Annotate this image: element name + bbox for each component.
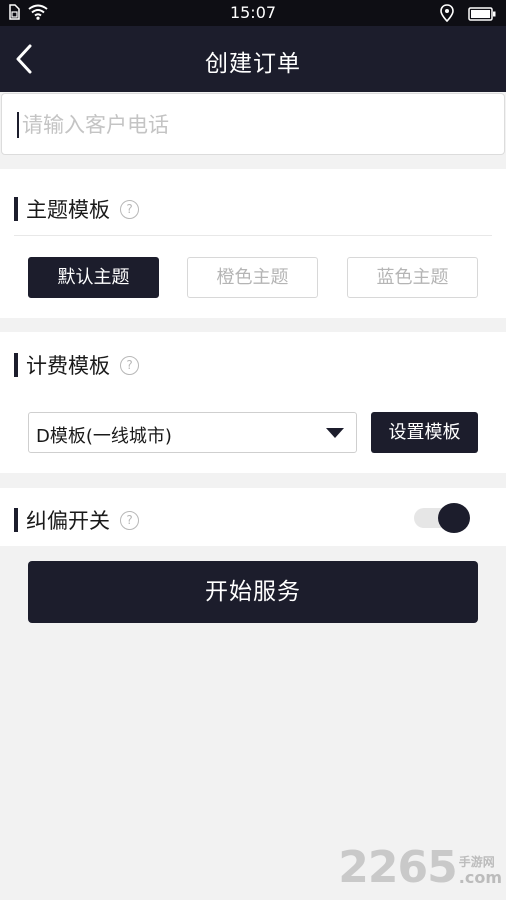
watermark-logo: 2265 手游网 .com xyxy=(338,846,502,890)
section-accent-bar xyxy=(14,197,18,221)
page-title: 创建订单 xyxy=(205,51,301,77)
watermark-com: .com xyxy=(458,868,502,887)
theme-section-title: 主题模板 xyxy=(26,198,110,222)
theme-section-header: 主题模板 ? xyxy=(14,194,139,224)
theme-option-blue[interactable]: 蓝色主题 xyxy=(347,257,478,298)
correction-section-title: 纠偏开关 xyxy=(26,509,110,533)
text-cursor xyxy=(17,112,19,138)
question-circle-icon[interactable]: ? xyxy=(120,355,139,375)
start-service-button[interactable]: 开始服务 xyxy=(28,561,478,623)
pricing-section-title: 计费模板 xyxy=(26,354,110,378)
nav-bar: 创建订单 xyxy=(0,26,506,92)
section-accent-bar xyxy=(14,508,18,532)
customer-phone-input[interactable] xyxy=(22,106,492,144)
battery-icon xyxy=(468,6,496,25)
set-template-button[interactable]: 设置模板 xyxy=(371,412,478,453)
theme-option-default[interactable]: 默认主题 xyxy=(28,257,159,298)
correction-section: 纠偏开关 ? xyxy=(0,488,506,546)
question-circle-icon[interactable]: ? xyxy=(120,510,139,530)
status-bar: 15:07 xyxy=(0,0,506,26)
watermark-number: 2265 xyxy=(338,842,457,893)
correction-toggle[interactable] xyxy=(414,503,470,533)
pricing-template-value: D模板(一线城市) xyxy=(36,426,172,447)
pricing-template-select[interactable]: D模板(一线城市) xyxy=(28,412,357,453)
divider xyxy=(14,235,492,236)
pricing-section-header: 计费模板 ? xyxy=(14,350,139,380)
caret-down-icon xyxy=(326,428,344,438)
pricing-section: 计费模板 ? D模板(一线城市) 设置模板 xyxy=(0,332,506,473)
correction-section-header: 纠偏开关 ? xyxy=(14,505,139,535)
status-time: 15:07 xyxy=(229,3,277,22)
toggle-knob xyxy=(438,503,470,533)
location-icon xyxy=(440,4,454,26)
theme-option-orange[interactable]: 橙色主题 xyxy=(187,257,318,298)
question-circle-icon[interactable]: ? xyxy=(120,199,139,219)
theme-section: 主题模板 ? 默认主题 橙色主题 蓝色主题 xyxy=(0,169,506,318)
section-accent-bar xyxy=(14,353,18,377)
phone-input-container[interactable] xyxy=(1,93,505,155)
